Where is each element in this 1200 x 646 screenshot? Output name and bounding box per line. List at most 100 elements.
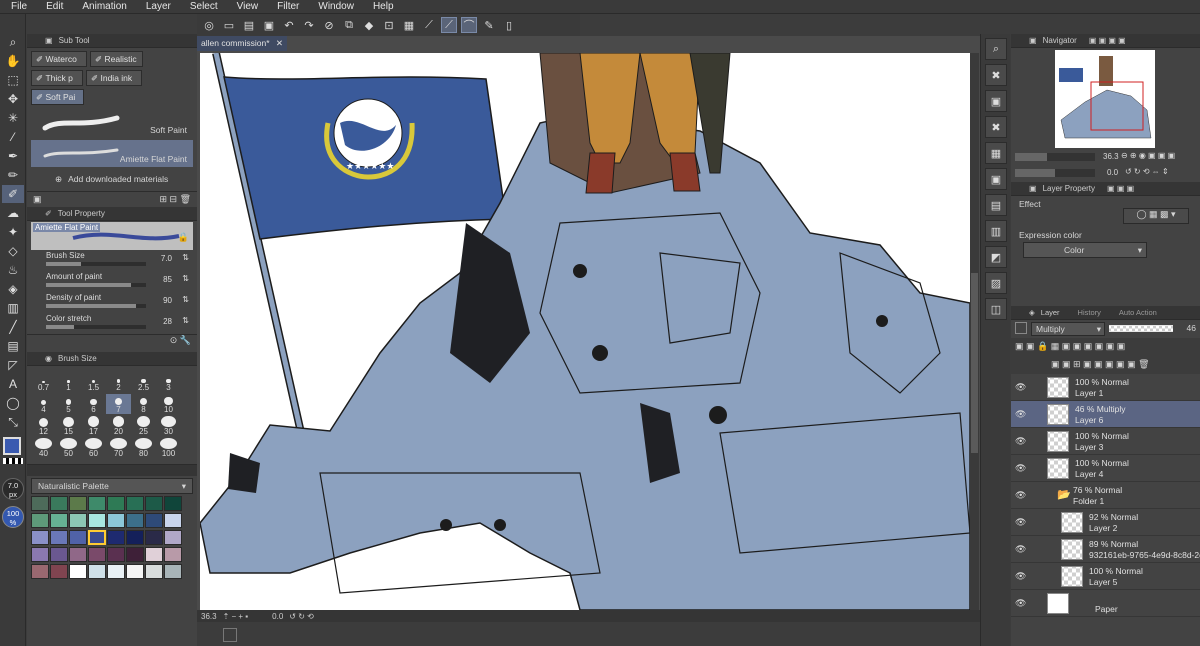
brush-size-6[interactable]: 6	[81, 394, 106, 414]
brush-size-50[interactable]: 50	[56, 438, 81, 458]
material-icon[interactable]: ▣	[985, 168, 1007, 190]
panel-tab-icons[interactable]: ▣ ▣ ▣	[1107, 184, 1134, 193]
tab-history[interactable]: History	[1078, 308, 1101, 317]
color-swatch[interactable]	[69, 530, 87, 545]
effect-buttons[interactable]: ◯ ▦ ▩ ▾	[1123, 208, 1189, 224]
color-swatch[interactable]	[126, 564, 144, 579]
color-swatch[interactable]	[88, 547, 106, 562]
subtool-actions[interactable]: ⊞ ⊟ 🗑	[159, 194, 191, 205]
zoom-controls[interactable]: ⇡ − + ▪	[223, 612, 249, 621]
fill-icon[interactable]: ◆	[361, 17, 377, 33]
eyedropper-tool-icon[interactable]: ⁄	[2, 128, 24, 146]
device-icon[interactable]: ▯	[501, 17, 517, 33]
color-swatch[interactable]	[145, 530, 163, 545]
panel-tab-icons[interactable]: ▣ ▣ ▣ ▣	[1089, 36, 1126, 45]
color-swatch[interactable]	[126, 513, 144, 528]
rotation-controls[interactable]: ↺ ↻ ⟲	[289, 612, 314, 621]
layer-row[interactable]: 👁 92 % Normal Layer 2	[1011, 509, 1200, 536]
tab-watercolor[interactable]: ✐ Waterco	[31, 51, 87, 67]
brush-size-2[interactable]: 2	[106, 372, 131, 392]
select-tool-icon[interactable]: ⬚	[2, 71, 24, 89]
tool-property-footer[interactable]: ⊙ 🔧	[27, 334, 197, 348]
material-icon[interactable]: ▦	[985, 142, 1007, 164]
opacity-slider[interactable]	[1109, 325, 1173, 332]
layer-row[interactable]: 👁 100 % Normal Layer 5	[1011, 563, 1200, 590]
brush-size-15[interactable]: 15	[56, 416, 81, 436]
material-icon[interactable]: ▨	[985, 272, 1007, 294]
pencil-tool-icon[interactable]: ✏	[2, 166, 24, 184]
tab-realistic[interactable]: ✐ Realistic	[90, 51, 143, 67]
menu-item-view[interactable]: View	[226, 1, 267, 12]
slider-value[interactable]: 7.0	[161, 254, 172, 263]
eye-icon[interactable]: 👁	[1015, 409, 1026, 420]
color-swatch[interactable]	[69, 496, 87, 511]
redo-icon[interactable]: ↷	[301, 17, 317, 33]
color-swatch[interactable]	[145, 547, 163, 562]
color-swatch[interactable]	[107, 496, 125, 511]
zoom-slider[interactable]	[1015, 153, 1095, 161]
balloon-tool-icon[interactable]: ◯	[2, 394, 24, 412]
layer-row[interactable]: 👁 📂 76 % Normal Folder 1	[1011, 482, 1200, 509]
brush-size-25[interactable]: 25	[131, 416, 156, 436]
slider-track[interactable]	[46, 325, 146, 329]
rotate-buttons[interactable]: ↺ ↻ ⟲ ⇔ ⇕	[1125, 167, 1169, 176]
layer-row[interactable]: 👁 100 % Normal Layer 4	[1011, 455, 1200, 482]
opacity-indicator[interactable]: 100 %	[2, 506, 24, 528]
brush-size-8[interactable]: 8	[131, 394, 156, 414]
eye-icon[interactable]: 👁	[1015, 463, 1026, 474]
eye-icon[interactable]: 👁	[1015, 598, 1026, 609]
layer-row[interactable]: 👁 Paper	[1011, 590, 1200, 617]
tab-thick-paint[interactable]: ✐ Thick p	[31, 70, 83, 86]
brush-size-2.5[interactable]: 2.5	[131, 372, 156, 392]
zoom-buttons[interactable]: ⊖ ⊕ ◉ ▣ ▣ ▣	[1121, 151, 1175, 160]
color-swatch[interactable]	[164, 564, 182, 579]
palette-tabs[interactable]	[27, 464, 197, 476]
brush-size-5[interactable]: 5	[56, 394, 81, 414]
color-swatch[interactable]	[145, 496, 163, 511]
material-icon[interactable]: ▥	[985, 220, 1007, 242]
blend-mode-select[interactable]: Multiply ▾	[1031, 322, 1105, 336]
undo-icon[interactable]: ↶	[281, 17, 297, 33]
frame-tool-icon[interactable]: ▤	[2, 337, 24, 355]
menu-item-animation[interactable]: Animation	[71, 1, 134, 12]
color-swatch[interactable]	[164, 530, 182, 545]
ruler-tool-icon[interactable]: ◸	[2, 356, 24, 374]
material-icon[interactable]: ✖	[985, 64, 1007, 86]
rotation-slider[interactable]	[1015, 169, 1095, 177]
menu-item-window[interactable]: Window	[307, 1, 362, 12]
correct-line-tool-icon[interactable]: ⤡	[2, 413, 24, 431]
slider-track[interactable]	[46, 283, 146, 287]
color-swatch[interactable]	[31, 496, 49, 511]
tab-india-ink[interactable]: ✐ India ink	[86, 70, 142, 86]
grid-icon[interactable]: ▦	[401, 17, 417, 33]
menu-item-select[interactable]: Select	[179, 1, 226, 12]
menu-item-help[interactable]: Help	[362, 1, 402, 12]
pen-tool-icon[interactable]: ✒	[2, 147, 24, 165]
color-swatch[interactable]	[31, 513, 49, 528]
eye-icon[interactable]: 👁	[1015, 571, 1026, 582]
transform-icon[interactable]: ⧉	[341, 17, 357, 33]
color-swatch[interactable]	[88, 564, 106, 579]
navigator-preview[interactable]	[1055, 50, 1155, 148]
open-file-icon[interactable]: ▤	[241, 17, 257, 33]
brush-item-amiette-flat-paint[interactable]: Amiette Flat Paint	[31, 140, 193, 167]
stepper-icon[interactable]: ⇅	[182, 295, 189, 304]
tab-auto-action[interactable]: Auto Action	[1119, 308, 1157, 317]
airbrush-tool-icon[interactable]: ☁	[2, 204, 24, 222]
scroll-thumb[interactable]	[971, 273, 978, 453]
add-materials-button[interactable]: ⊕ Add downloaded materials	[27, 167, 197, 191]
material-icon[interactable]: ▤	[985, 194, 1007, 216]
layer-row[interactable]: 👁 89 % Normal932161eb-9765-4e9d-8c8d-2e80…	[1011, 536, 1200, 563]
brush-size-4[interactable]: 4	[31, 394, 56, 414]
slider-track[interactable]	[46, 262, 146, 266]
eraser-tool-icon[interactable]: ◇	[2, 242, 24, 260]
palette-select[interactable]: Naturalistic Palette ▾	[31, 478, 193, 494]
brush-size-100[interactable]: 100	[156, 438, 181, 458]
text-tool-icon[interactable]: A	[2, 375, 24, 393]
slider-value[interactable]: 85	[163, 275, 172, 284]
transparent-color-swatch[interactable]	[3, 458, 23, 464]
color-swatch[interactable]	[164, 547, 182, 562]
brush-size-70[interactable]: 70	[106, 438, 131, 458]
color-swatch[interactable]	[107, 530, 125, 545]
material-icon[interactable]: ▣	[985, 90, 1007, 112]
